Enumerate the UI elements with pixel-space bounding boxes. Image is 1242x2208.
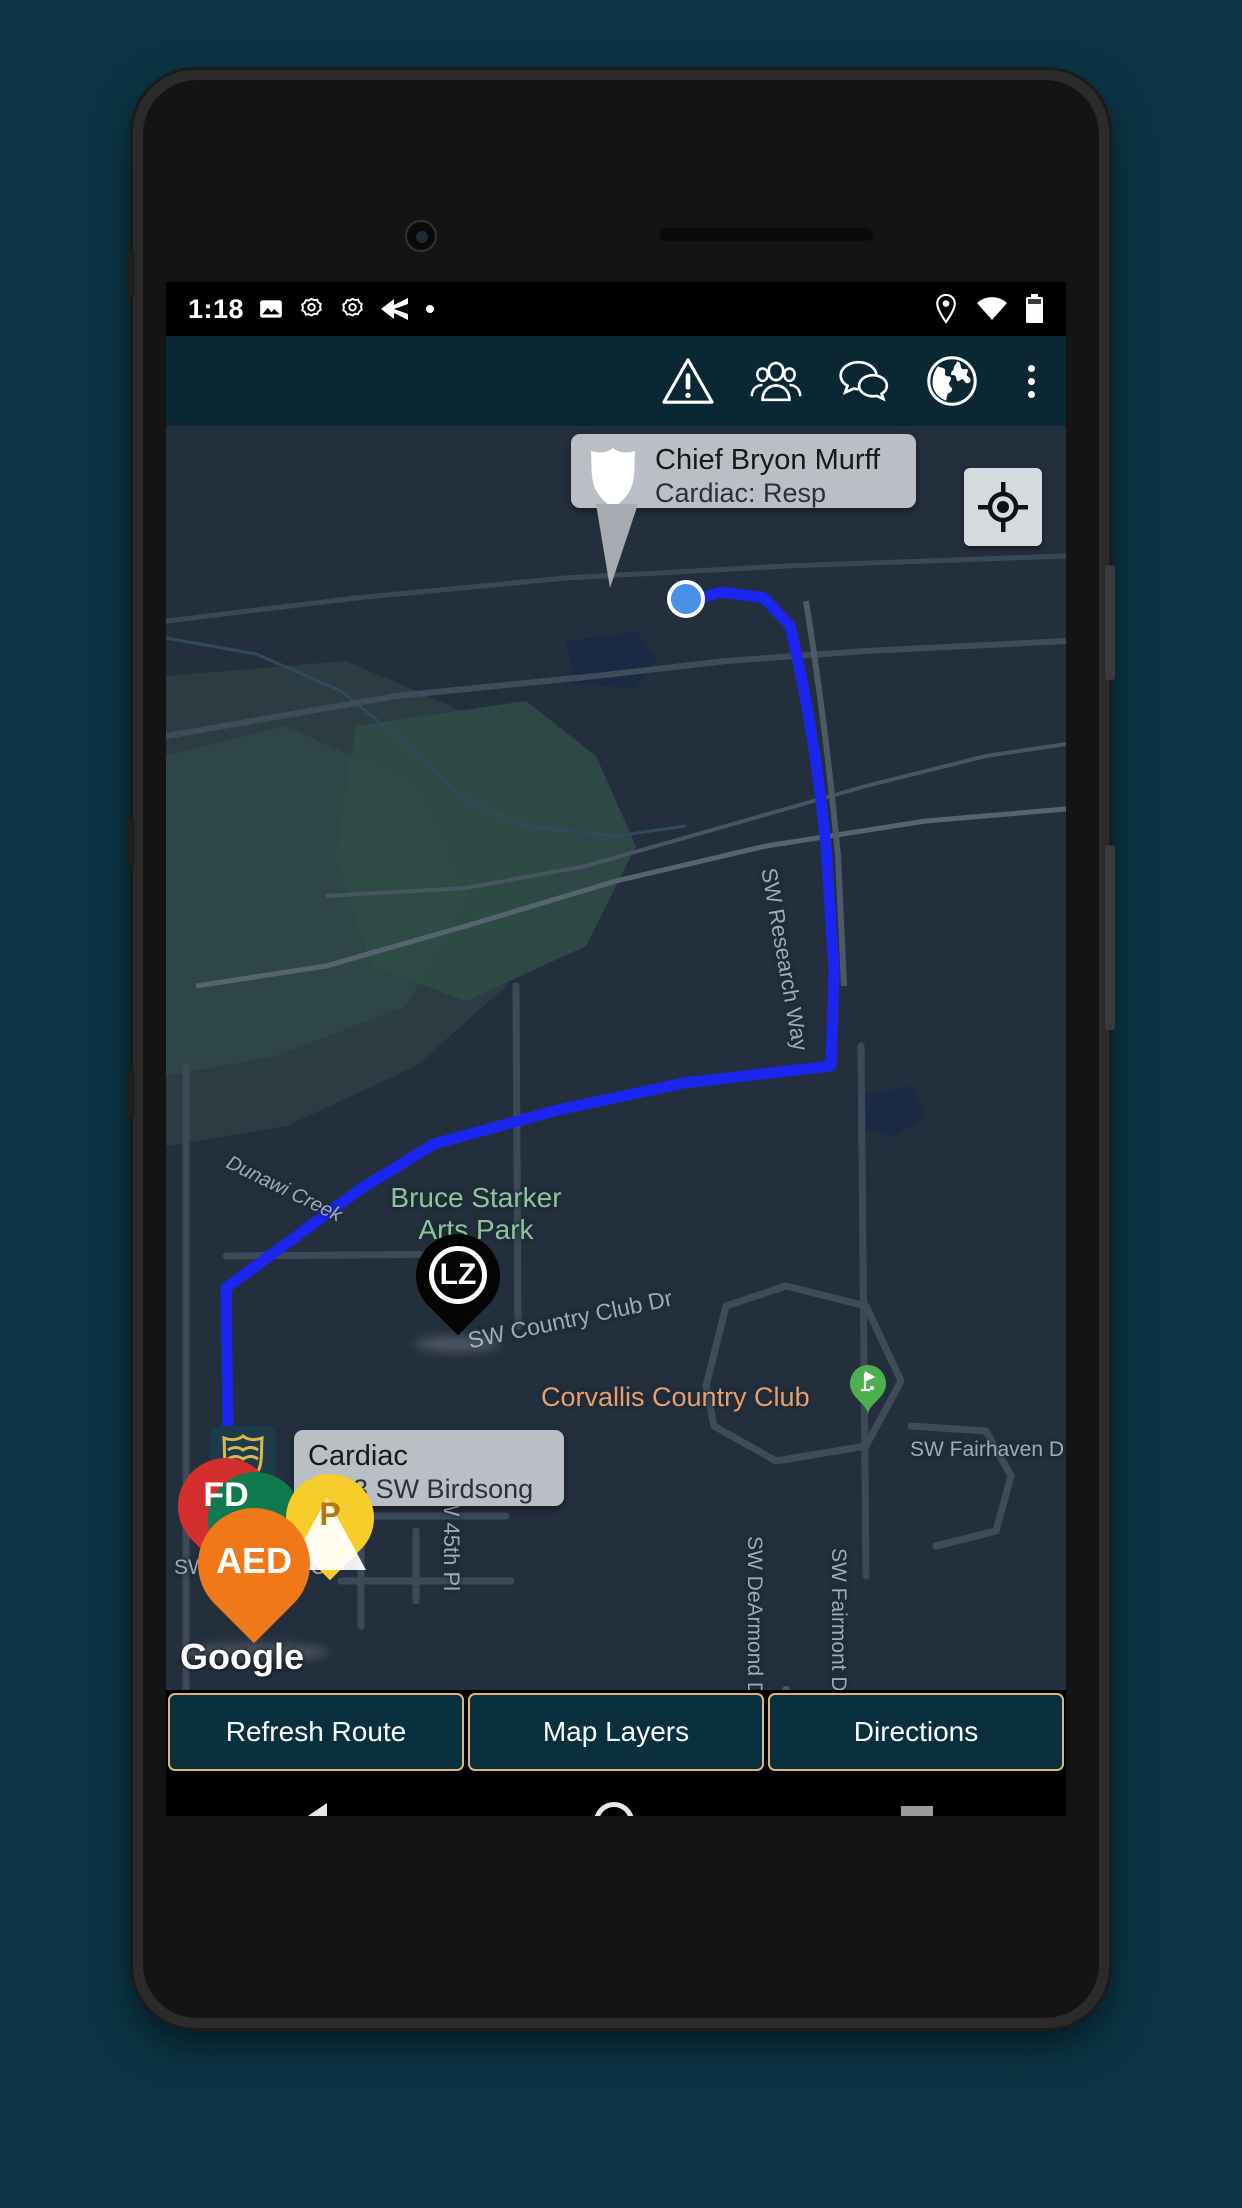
responder-callout-tail [596,504,638,588]
dot-icon [426,305,435,313]
landing-zone-marker[interactable]: LZ [398,1216,518,1352]
responder-name: Chief Bryon Murff [655,444,881,476]
google-attribution: Google [180,1636,304,1677]
map-view[interactable]: Dunawi Creek Bruce Starker Arts Park SW R… [166,426,1066,1690]
crosshair-icon [978,482,1028,532]
top-speaker-grille [659,228,873,241]
image-icon [260,300,282,318]
back-triangle-icon[interactable] [299,1803,328,1816]
police-badge-shield-icon [591,447,635,507]
status-bar-left: 1:18 [188,294,436,325]
action-button-bar: Refresh Route Map Layers Directions [166,1690,1066,1774]
my-location-button[interactable] [964,468,1042,546]
phone-screen: 1:18 Dunawi Creek Bruce Starker Arts Par… [166,282,1066,1816]
status-clock: 1:18 [188,293,245,324]
android-nav-bar [166,1774,1066,1816]
responder-callout[interactable]: Chief Bryon Murff Cardiac: Resp [571,434,916,508]
volume-button[interactable] [1105,845,1115,1030]
refresh-route-button[interactable]: Refresh Route [168,1693,464,1771]
label-sw-dearmond-dr: SW DeArmond Dr [743,1536,766,1690]
location-pin-icon [936,294,956,324]
status-bar-right [933,294,1044,324]
overflow-menu-icon[interactable] [1014,355,1048,407]
wifi-icon [977,297,1007,320]
settings-gear-icon [301,297,322,317]
people-group-icon[interactable] [750,355,802,407]
chat-bubbles-icon[interactable] [838,355,890,407]
front-camera [405,220,437,252]
label-sw-fairhaven-dr: SW Fairhaven D [910,1438,1065,1461]
incident-type: Cardiac [308,1440,408,1472]
golf-course-marker[interactable] [848,1364,888,1421]
aed-marker-label: AED [215,1540,292,1581]
fd-marker-label: FD [203,1476,249,1514]
label-corvallis-country-club: Corvallis Country Club [541,1382,810,1412]
alert-warning-icon[interactable] [662,355,714,407]
play-back-icon [381,298,409,320]
directions-button[interactable]: Directions [768,1693,1064,1771]
user-location-dot [663,576,709,627]
label-sw-fairmont-dr: SW Fairmont Dr [827,1548,850,1690]
power-button[interactable] [1105,565,1115,680]
left-antenna-band-2 [127,820,135,866]
app-toolbar [166,336,1066,426]
globe-icon[interactable] [926,355,978,407]
settings-gear-icon [342,297,363,317]
left-antenna-band-3 [127,1070,135,1116]
battery-icon [1026,294,1043,323]
home-circle-icon[interactable] [593,1802,634,1816]
status-bar: 1:18 [166,282,1066,336]
recents-square-icon[interactable] [900,1806,933,1816]
parking-marker-label: P [319,1496,341,1532]
left-antenna-band-1 [127,250,135,296]
responder-status: Cardiac: Resp [655,478,827,509]
landing-zone-label: LZ [429,1246,487,1304]
map-layers-button[interactable]: Map Layers [468,1693,764,1771]
